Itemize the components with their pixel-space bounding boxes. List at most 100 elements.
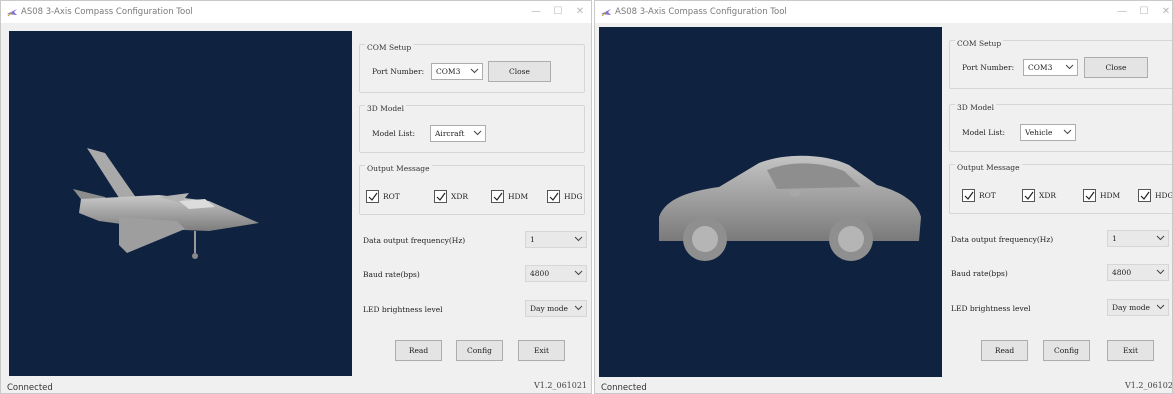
com-setup-group: COM Setup Port Number: COM3 Close [949,39,1172,89]
3d-model-viewport[interactable] [599,27,942,377]
checkmark-icon [1085,191,1095,200]
port-number-label: Port Number: [372,67,425,76]
frequency-select[interactable]: 1 [1107,230,1169,247]
baud-rate-value: 4800 [1112,268,1132,277]
port-number-label: Port Number: [962,63,1015,72]
checkmark-icon [368,192,378,201]
model-list-label: Model List: [962,128,1005,137]
rot-label: ROT [979,191,996,200]
led-brightness-value: Day mode [1112,303,1150,312]
frequency-value: 1 [530,235,535,244]
exit-button[interactable]: Exit [518,340,565,361]
3d-model-group: 3D Model Model List: Aircraft [359,104,585,153]
frequency-label: Data output frequency(Hz) [951,235,1054,244]
xdr-checkbox[interactable]: XDR [1022,189,1064,203]
window-title: AS08 3-Axis Compass Configuration Tool [21,7,193,17]
status-bar: Connected V1.2_061021 [1,379,591,393]
read-button[interactable]: Read [395,340,442,361]
output-message-label: Output Message [955,163,1022,172]
checkmark-icon [1140,191,1150,200]
chevron-down-icon [574,270,583,276]
app-icon [601,9,611,17]
chevron-down-icon [574,236,583,242]
hdm-checkbox[interactable]: HDM [491,190,533,204]
com-setup-label: COM Setup [955,39,1004,48]
version-label: V1.2_061021 [534,381,588,390]
port-number-select[interactable]: COM3 [431,63,483,80]
aircraft-model-icon [73,148,259,259]
led-brightness-select[interactable]: Day mode [525,300,587,317]
version-label: V1.2_061021 [1125,381,1173,390]
hdm-label: HDM [508,192,529,201]
hdg-checkbox[interactable]: HDG [1138,189,1172,203]
read-button[interactable]: Read [981,340,1028,361]
chevron-down-icon [470,68,479,74]
config-button[interactable]: Config [456,340,503,361]
model-list-value: Aircraft [435,129,465,138]
3d-model-group: 3D Model Model List: Vehicle [949,103,1172,152]
maximize-icon[interactable]: ☐ [1137,5,1151,19]
chevron-down-icon [1156,304,1165,310]
config-button[interactable]: Config [1043,340,1090,361]
hdm-checkbox[interactable]: HDM [1083,189,1125,203]
minimize-icon[interactable]: — [1115,5,1129,19]
rot-checkbox[interactable]: ROT [962,189,1004,203]
model-list-select[interactable]: Vehicle [1020,124,1076,141]
minimize-icon[interactable]: — [529,5,543,19]
output-message-group: Output Message ROT XDR HDM HDG [359,164,585,215]
output-message-label: Output Message [365,164,432,173]
frequency-select[interactable]: 1 [525,231,587,248]
title-bar[interactable]: AS08 3-Axis Compass Configuration Tool —… [1,1,591,23]
port-number-value: COM3 [436,67,461,76]
xdr-checkbox[interactable]: XDR [434,190,476,204]
3d-model-viewport[interactable] [9,31,352,376]
model-list-select[interactable]: Aircraft [430,125,486,142]
baud-rate-select[interactable]: 4800 [525,265,587,282]
checkmark-icon [493,192,503,201]
chevron-down-icon [1065,64,1074,70]
hdm-label: HDM [1100,191,1121,200]
checkmark-icon [1024,191,1034,200]
baud-rate-value: 4800 [530,269,550,278]
frequency-label: Data output frequency(Hz) [363,236,466,245]
checkmark-icon [549,192,559,201]
close-port-button[interactable]: Close [488,61,551,82]
baud-rate-label: Baud rate(bps) [951,269,1008,278]
baud-rate-select[interactable]: 4800 [1107,264,1169,281]
chevron-down-icon [473,130,482,136]
3d-model-label: 3D Model [955,103,997,112]
rot-checkbox[interactable]: ROT [366,190,408,204]
checkmark-icon [964,191,974,200]
close-icon[interactable]: ✕ [573,5,587,19]
exit-button[interactable]: Exit [1107,340,1154,361]
connection-status: Connected [601,383,647,393]
close-port-button[interactable]: Close [1084,57,1148,78]
port-number-select[interactable]: COM3 [1023,59,1078,76]
close-icon[interactable]: ✕ [1159,5,1172,19]
maximize-icon[interactable]: ☐ [551,5,565,19]
window-title: AS08 3-Axis Compass Configuration Tool [615,7,787,17]
3d-model-label: 3D Model [365,104,407,113]
chevron-down-icon [1156,269,1165,275]
output-message-group: Output Message ROT XDR HDM HDG [949,163,1172,214]
xdr-label: XDR [1039,191,1056,200]
rot-label: ROT [383,192,400,201]
com-setup-group: COM Setup Port Number: COM3 Close [359,43,585,93]
connection-status: Connected [7,383,53,393]
led-brightness-select[interactable]: Day mode [1107,299,1169,316]
car-model-icon [659,155,921,261]
com-setup-label: COM Setup [365,43,414,52]
frequency-value: 1 [1112,234,1117,243]
config-window-aircraft: AS08 3-Axis Compass Configuration Tool —… [0,0,592,394]
baud-rate-label: Baud rate(bps) [363,270,420,279]
chevron-down-icon [574,305,583,311]
status-bar: Connected V1.2_061021 [595,379,1173,393]
app-icon [7,9,17,17]
hdg-checkbox[interactable]: HDG [547,190,583,204]
hdg-label: HDG [564,192,583,201]
chevron-down-icon [1063,129,1072,135]
port-number-value: COM3 [1028,63,1053,72]
led-brightness-label: LED brightness level [951,304,1031,313]
title-bar[interactable]: AS08 3-Axis Compass Configuration Tool —… [595,1,1172,23]
checkmark-icon [436,192,446,201]
